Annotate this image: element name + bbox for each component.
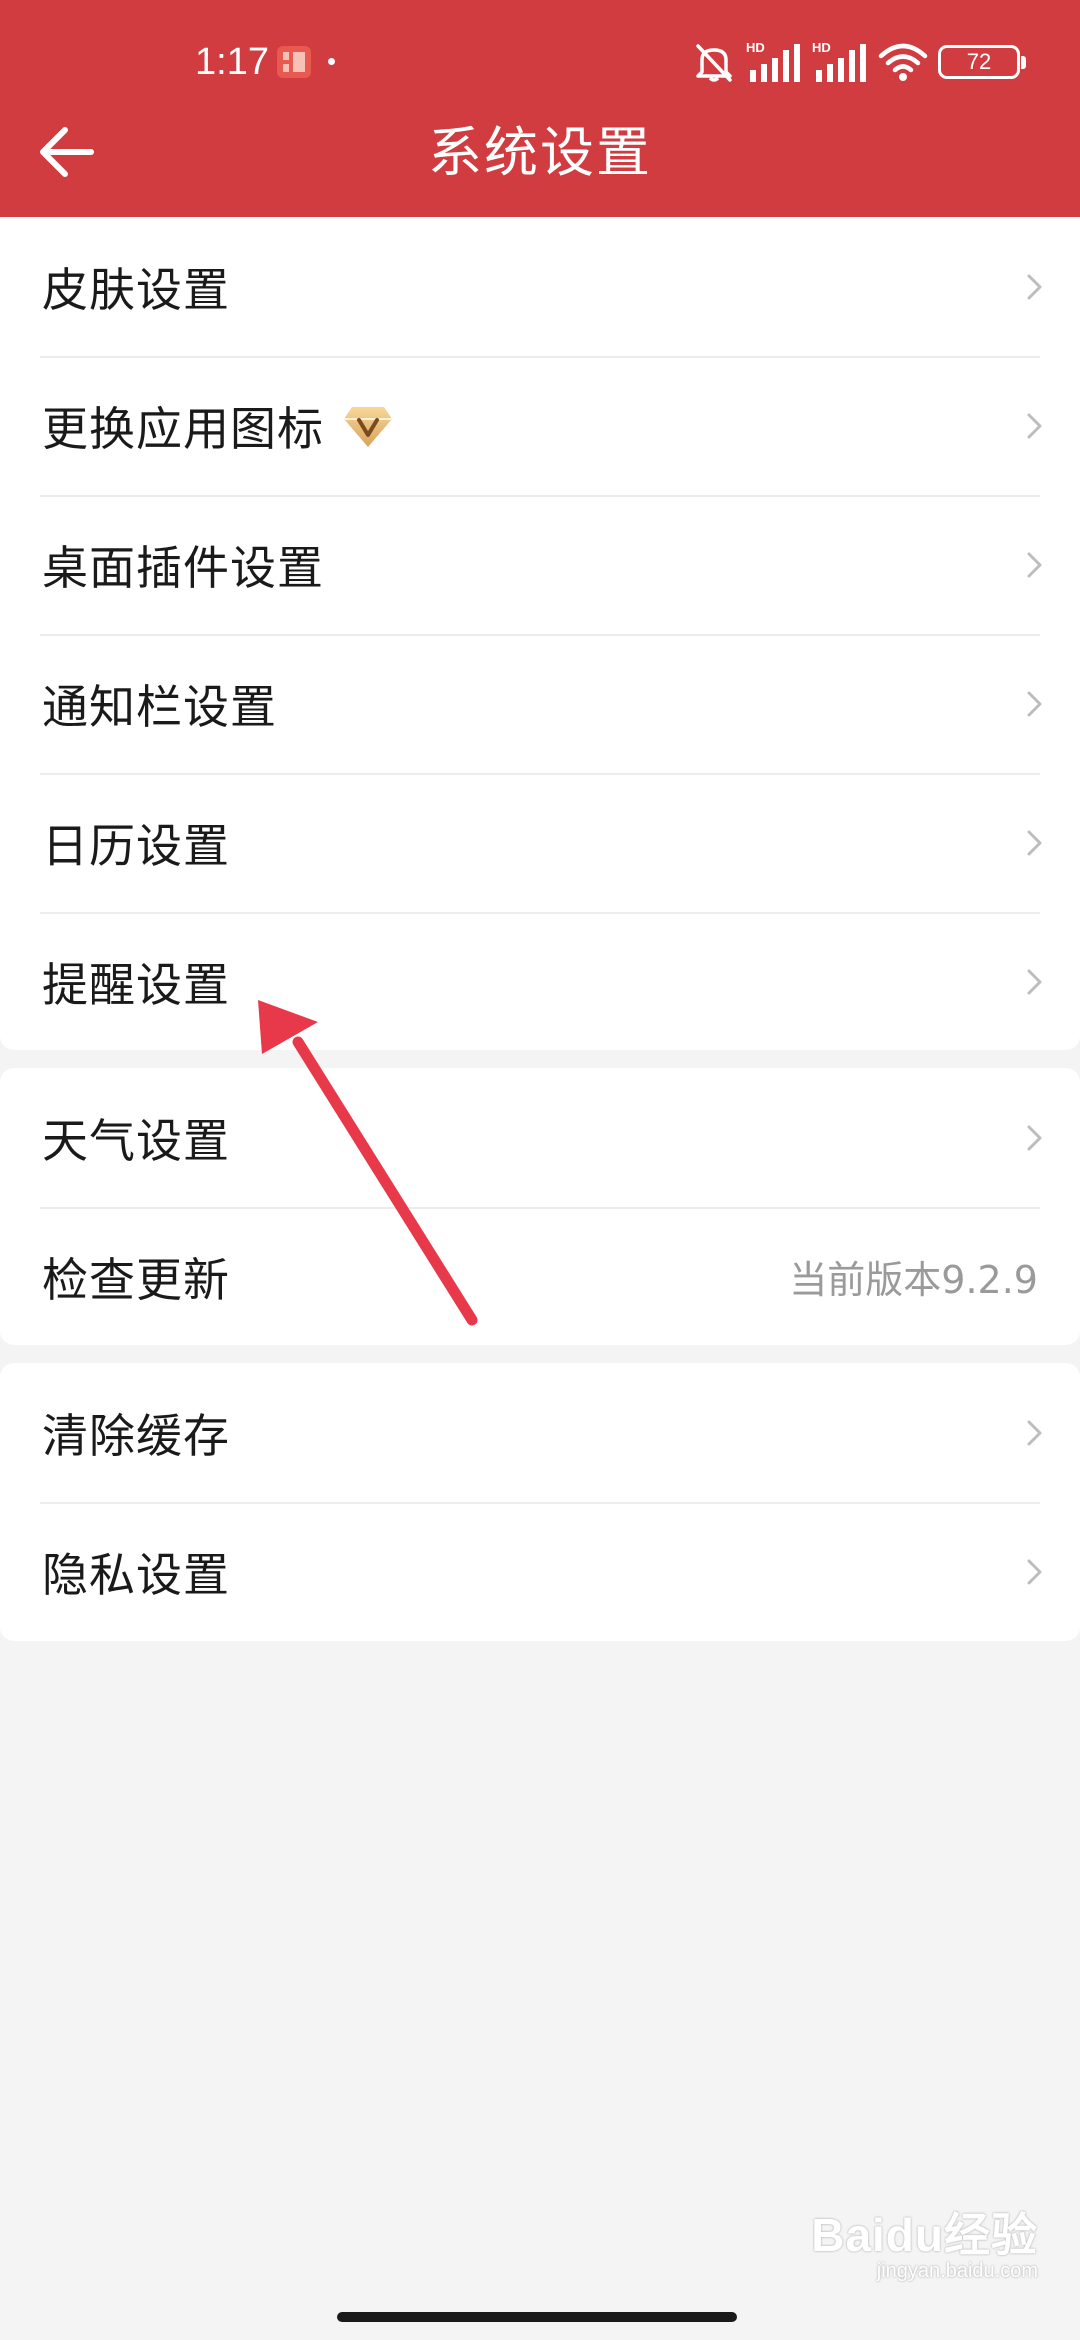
chevron-right-icon bbox=[1027, 830, 1042, 855]
settings-item-label: 日历设置 bbox=[42, 818, 230, 873]
settings-group-info: 天气设置 检查更新 当前版本9.2.9 bbox=[0, 1068, 1080, 1345]
settings-item-label: 提醒设置 bbox=[42, 957, 230, 1012]
settings-item-notification-bar[interactable]: 通知栏设置 bbox=[0, 634, 1080, 773]
settings-item-app-icon[interactable]: 更换应用图标 bbox=[0, 356, 1080, 495]
wifi-icon bbox=[878, 43, 928, 81]
home-indicator[interactable] bbox=[337, 2312, 737, 2322]
status-time: 1:17 bbox=[195, 41, 269, 83]
settings-group-data: 清除缓存 隐私设置 bbox=[0, 1363, 1080, 1641]
chevron-right-icon bbox=[1027, 1125, 1042, 1150]
mute-bell-icon bbox=[696, 44, 732, 82]
settings-item-privacy[interactable]: 隐私设置 bbox=[0, 1502, 1080, 1641]
chevron-right-icon bbox=[1027, 413, 1042, 438]
vip-diamond-icon bbox=[344, 406, 392, 447]
signal-hd-1-icon: HD bbox=[746, 40, 800, 82]
settings-item-label: 天气设置 bbox=[42, 1113, 230, 1168]
app-header: 1:17 HD HD 72 系统设置 bbox=[0, 0, 1080, 217]
settings-item-label: 清除缓存 bbox=[42, 1408, 230, 1463]
settings-item-label: 隐私设置 bbox=[42, 1547, 230, 1602]
settings-item-label: 通知栏设置 bbox=[42, 679, 277, 734]
settings-item-weather[interactable]: 天气设置 bbox=[0, 1068, 1080, 1207]
settings-item-label: 更换应用图标 bbox=[42, 401, 324, 456]
status-dot bbox=[328, 58, 335, 65]
chevron-right-icon bbox=[1027, 691, 1042, 716]
settings-item-reminder[interactable]: 提醒设置 bbox=[0, 912, 1080, 1051]
current-version: 当前版本9.2.9 bbox=[789, 1258, 1038, 1302]
signal-hd-1-label: HD bbox=[746, 40, 765, 55]
chevron-right-icon bbox=[1027, 1559, 1042, 1584]
watermark-url: jingyan.baidu.com bbox=[876, 2260, 1038, 2282]
baidu-watermark: Baidu经验 jingyan.baidu.com bbox=[811, 2210, 1038, 2282]
battery-level: 72 bbox=[966, 49, 992, 74]
status-icons: HD HD 72 bbox=[692, 38, 1026, 86]
settings-item-label: 检查更新 bbox=[42, 1252, 230, 1307]
settings-item-label: 桌面插件设置 bbox=[42, 540, 324, 595]
chevron-right-icon bbox=[1027, 1420, 1042, 1445]
chevron-right-icon bbox=[1027, 969, 1042, 994]
settings-item-widget[interactable]: 桌面插件设置 bbox=[0, 495, 1080, 634]
signal-hd-2-label: HD bbox=[812, 40, 831, 55]
battery-indicator: 72 bbox=[938, 45, 1026, 79]
settings-item-skin[interactable]: 皮肤设置 bbox=[0, 217, 1080, 356]
settings-item-check-update[interactable]: 检查更新 当前版本9.2.9 bbox=[0, 1207, 1080, 1346]
settings-item-calendar[interactable]: 日历设置 bbox=[0, 773, 1080, 912]
settings-item-label: 皮肤设置 bbox=[42, 262, 230, 317]
settings-group-general: 皮肤设置 更换应用图标 桌面插件设置 通知栏设置 日历设置 提醒设置 bbox=[0, 217, 1080, 1050]
watermark-logo: Baidu经验 bbox=[811, 2209, 1038, 2261]
page-title: 系统设置 bbox=[428, 121, 652, 184]
notification-app-icon bbox=[277, 46, 311, 78]
chevron-right-icon bbox=[1027, 552, 1042, 577]
signal-hd-2-icon: HD bbox=[812, 40, 866, 82]
settings-item-clear-cache[interactable]: 清除缓存 bbox=[0, 1363, 1080, 1502]
chevron-right-icon bbox=[1027, 274, 1042, 299]
